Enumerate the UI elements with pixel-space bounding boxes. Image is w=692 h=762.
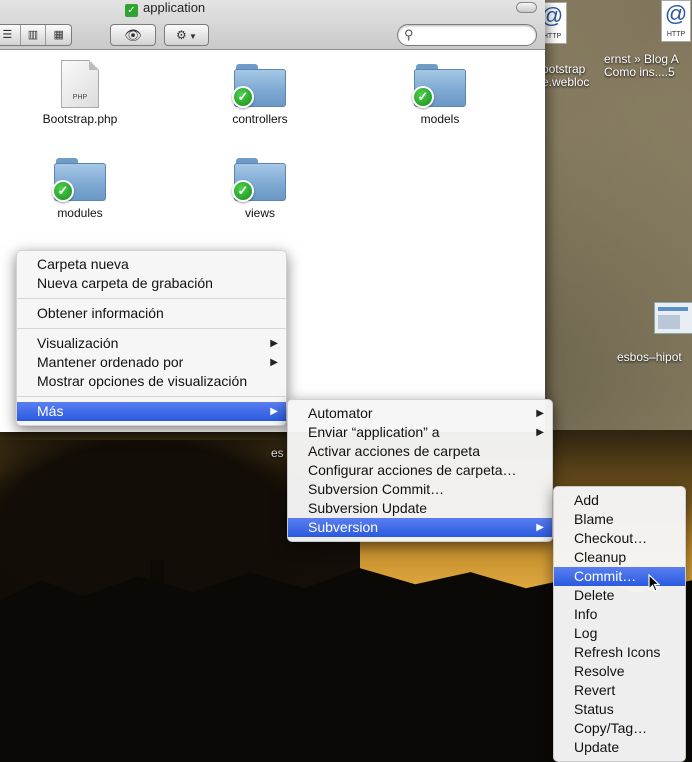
column-view-icon[interactable]: ▥ xyxy=(19,25,46,45)
submenu-arrow-icon: ▶ xyxy=(536,408,544,419)
folder-icon: ✓ xyxy=(232,158,286,202)
action-menu-button[interactable]: ⚙ ▼ xyxy=(164,24,209,46)
menu-item-get-info[interactable]: Obtener información xyxy=(17,304,286,323)
php-file-icon: PHP xyxy=(61,60,99,108)
file-bootstrap-php[interactable]: PHP Bootstrap.php xyxy=(20,60,140,126)
menu-item-more[interactable]: Más ▶ xyxy=(17,402,286,421)
menu-item-svn-resolve[interactable]: Resolve xyxy=(554,662,685,681)
menu-item-subversion-commit[interactable]: Subversion Commit… xyxy=(288,480,552,499)
menu-item-svn-info[interactable]: Info xyxy=(554,605,685,624)
finder-context-menu: Carpeta nueva Nueva carpeta de grabación… xyxy=(16,250,287,426)
finder-toolbar: ✓ application ☰ ▥ ▦ 👁 ⚙ ▼ ⚲ xyxy=(0,0,545,50)
menu-item-svn-add[interactable]: Add xyxy=(554,491,685,510)
menu-item-new-folder[interactable]: Carpeta nueva xyxy=(17,255,286,274)
mouse-pointer-icon xyxy=(648,574,660,592)
quicklook-button[interactable]: 👁 xyxy=(110,24,156,46)
menu-item-send-to[interactable]: Enviar “application” a ▶ xyxy=(288,423,552,442)
desktop-webloc-icon-2[interactable]: @ HTTP xyxy=(656,0,692,42)
menu-item-view[interactable]: Visualización ▶ xyxy=(17,334,286,353)
menu-separator xyxy=(17,298,286,299)
svn-status-check-icon: ✓ xyxy=(125,4,138,17)
folder-icon: ✓ xyxy=(52,158,106,202)
menu-item-enable-folder-actions[interactable]: Activar acciones de carpeta xyxy=(288,442,552,461)
menu-item-svn-refresh-icons[interactable]: Refresh Icons xyxy=(554,643,685,662)
menu-item-svn-cleanup[interactable]: Cleanup xyxy=(554,548,685,567)
svn-ok-badge-icon: ✓ xyxy=(232,180,254,202)
coverflow-view-icon[interactable]: ▦ xyxy=(45,25,71,45)
search-field[interactable]: ⚲ xyxy=(397,24,537,46)
view-mode-segmented-control: ☰ ▥ ▦ xyxy=(0,24,72,46)
folder-icon: ✓ xyxy=(412,64,466,108)
menu-item-keep-arranged-by[interactable]: Mantener ordenado por ▶ xyxy=(17,353,286,372)
submenu-arrow-icon: ▶ xyxy=(270,357,278,368)
desktop-label-bootstrap-webloc[interactable]: ootstrap e.webloc xyxy=(542,63,606,89)
menu-item-svn-log[interactable]: Log xyxy=(554,624,685,643)
folder-label: models xyxy=(420,112,460,126)
svn-ok-badge-icon: ✓ xyxy=(232,86,254,108)
svn-ok-badge-icon: ✓ xyxy=(412,86,434,108)
menu-separator xyxy=(17,328,286,329)
desktop-label-esbos[interactable]: esbos–hipot xyxy=(617,351,692,364)
folder-modules[interactable]: ✓ modules xyxy=(20,158,140,220)
submenu-arrow-icon: ▶ xyxy=(536,427,544,438)
submenu-arrow-icon: ▶ xyxy=(536,522,544,533)
folder-views[interactable]: ✓ views xyxy=(200,158,320,220)
menu-item-svn-checkout[interactable]: Checkout… xyxy=(554,529,685,548)
menu-item-show-view-options[interactable]: Mostrar opciones de visualización xyxy=(17,372,286,391)
menu-item-automator[interactable]: Automator ▶ xyxy=(288,404,552,423)
menu-item-svn-copy-tag[interactable]: Copy/Tag… xyxy=(554,719,685,738)
menu-separator xyxy=(17,396,286,397)
toolbar-toggle-button[interactable] xyxy=(516,2,537,13)
submenu-arrow-icon: ▶ xyxy=(270,406,278,417)
svn-ok-badge-icon: ✓ xyxy=(52,180,74,202)
desktop-screenshot-icon[interactable] xyxy=(654,302,692,334)
menu-item-subversion-update[interactable]: Subversion Update xyxy=(288,499,552,518)
desktop-label-blog-webloc[interactable]: ernst » Blog A Como ins....5 xyxy=(604,53,692,79)
list-view-icon[interactable]: ☰ xyxy=(0,25,20,45)
submenu-arrow-icon: ▶ xyxy=(270,338,278,349)
gear-icon: ⚙ xyxy=(176,28,187,42)
menu-item-svn-delete[interactable]: Delete xyxy=(554,586,685,605)
search-icon: ⚲ xyxy=(404,27,414,42)
folder-icon: ✓ xyxy=(232,64,286,108)
subversion-submenu: Add Blame Checkout… Cleanup Commit… Dele… xyxy=(553,486,686,762)
menu-item-new-burn-folder[interactable]: Nueva carpeta de grabación xyxy=(17,274,286,293)
search-input[interactable] xyxy=(420,27,530,43)
folder-label: modules xyxy=(57,206,103,220)
eye-icon: 👁 xyxy=(124,27,142,43)
menu-item-svn-commit[interactable]: Commit… xyxy=(554,567,685,586)
menu-item-svn-status[interactable]: Status xyxy=(554,700,685,719)
menu-item-svn-update[interactable]: Update xyxy=(554,738,685,757)
desktop-label-partial: es xyxy=(271,446,284,460)
window-title: ✓ application xyxy=(125,0,205,17)
menu-item-svn-revert[interactable]: Revert xyxy=(554,681,685,700)
file-label: Bootstrap.php xyxy=(42,112,118,126)
folder-controllers[interactable]: ✓ controllers xyxy=(200,64,320,126)
chevron-down-icon: ▼ xyxy=(186,32,197,41)
menu-item-configure-folder-actions[interactable]: Configurar acciones de carpeta… xyxy=(288,461,552,480)
folder-label: controllers xyxy=(232,112,288,126)
folder-models[interactable]: ✓ models xyxy=(380,64,500,126)
menu-item-subversion[interactable]: Subversion ▶ xyxy=(288,518,552,537)
more-submenu: Automator ▶ Enviar “application” a ▶ Activ… xyxy=(287,399,553,542)
menu-item-svn-blame[interactable]: Blame xyxy=(554,510,685,529)
folder-label: views xyxy=(244,206,275,220)
